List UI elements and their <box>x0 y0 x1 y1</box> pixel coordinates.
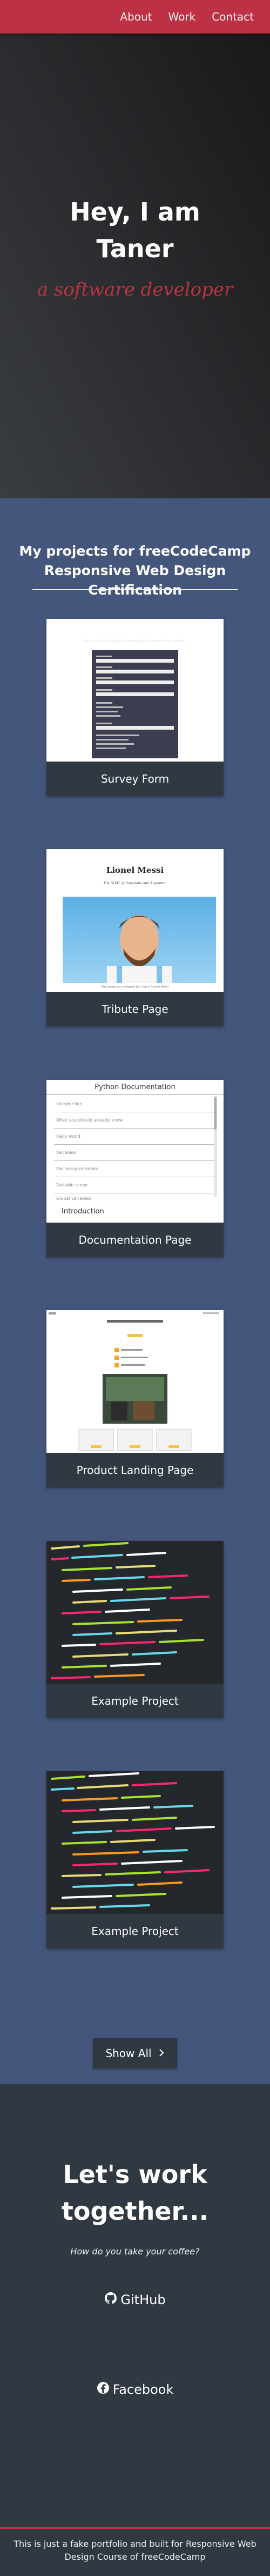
project-tile-tribute-page[interactable]: Lionel Messi The GOAT of Barcelona and A… <box>46 849 224 1026</box>
doc-nav-item: Variables <box>54 1145 214 1161</box>
thumbnail-description: Thank you for taking the time to help us… <box>84 639 186 643</box>
contact-heading: Let's work together... <box>0 2156 270 2230</box>
project-title: Survey Form <box>100 772 170 785</box>
thumbnail-form <box>92 650 178 758</box>
project-tile-documentation-page[interactable]: Python Documentation Introduction What y… <box>46 1080 224 1257</box>
nav-link-contact[interactable]: Contact <box>212 10 254 23</box>
contact-heading-line-2: together... <box>61 2197 209 2226</box>
doc-nav-item: Hello world <box>54 1129 214 1145</box>
project-tile-example-1[interactable]: Example Project <box>46 1541 224 1718</box>
doc-nav-item: Global variables <box>56 1196 91 1201</box>
contact-question: How do you take your coffee? <box>70 2246 200 2257</box>
show-all-button[interactable]: Show All <box>93 2038 177 2068</box>
tribute-portrait-image <box>63 897 216 987</box>
project-tile-product-landing-page[interactable]: Product Landing Page <box>46 1310 224 1487</box>
doc-nav-item: What you should already know <box>54 1112 214 1129</box>
thumbnail-title: Lionel Messi <box>106 865 164 875</box>
project-thumbnail: Lionel Messi The GOAT of Barcelona and A… <box>46 849 224 992</box>
project-title: Example Project <box>91 1925 179 1938</box>
project-title: Tribute Page <box>102 1003 168 1016</box>
thumbnail-subtitle: The GOAT of Barcelona and Argentina <box>103 882 167 885</box>
nav-link-work[interactable]: Work <box>168 10 196 23</box>
thumbnail-caption: The image was designed by a fan of Lione… <box>101 985 169 989</box>
navbar: About Work Contact <box>0 0 270 34</box>
github-icon <box>104 2292 117 2308</box>
hero-title-line-2: Taner <box>96 234 174 263</box>
project-thumbnail: Python Documentation Introduction What y… <box>46 1080 224 1223</box>
project-title: Example Project <box>91 1694 179 1707</box>
doc-nav-item: Introduction <box>54 1096 214 1112</box>
projects-heading-line-2: Responsive Web Design Certification <box>44 563 226 598</box>
project-title: Documentation Page <box>78 1233 192 1246</box>
facebook-link[interactable]: Facebook <box>0 2381 270 2398</box>
footer-text: This is just a fake portfolio and built … <box>14 2539 256 2562</box>
hero-subtitle: a software developer <box>37 279 233 301</box>
hero-title-line-1: Hey, I am <box>70 197 200 226</box>
facebook-icon <box>97 2381 110 2398</box>
welcome-section: Hey, I am Taner a software developer <box>0 0 270 498</box>
project-tile-example-2[interactable]: Example Project <box>46 1771 224 1948</box>
code-screenshot-image <box>46 1541 224 1684</box>
project-thumbnail <box>46 1771 224 1914</box>
github-link-label: GitHub <box>120 2292 166 2307</box>
thumbnail-title: freeCodeCamp Survey Form <box>88 631 182 638</box>
contact-heading-line-1: Let's work <box>63 2160 207 2189</box>
product-page-preview <box>46 1310 224 1453</box>
github-link[interactable]: GitHub <box>0 2292 270 2308</box>
chevron-right-icon <box>158 2047 165 2060</box>
footer: This is just a fake portfolio and built … <box>0 2529 270 2576</box>
project-title: Product Landing Page <box>76 1464 194 1477</box>
projects-heading-line-1: My projects for freeCodeCamp <box>19 543 251 559</box>
thumbnail-title: Python Documentation <box>46 1080 224 1095</box>
doc-nav-item: Declaring variables <box>54 1161 214 1177</box>
project-thumbnail: freeCodeCamp Survey Form Thank you for t… <box>46 619 224 762</box>
hero-title: Hey, I am Taner <box>0 193 270 267</box>
thumbnail-scrollbar-thumb <box>214 1097 217 1130</box>
heading-divider <box>32 589 238 590</box>
project-tile-survey-form[interactable]: freeCodeCamp Survey Form Thank you for t… <box>46 619 224 796</box>
doc-nav-item: Variable scope <box>54 1177 214 1193</box>
project-thumbnail <box>46 1310 224 1453</box>
thumbnail-intro-heading: Introduction <box>62 1207 104 1216</box>
projects-heading: My projects for freeCodeCamp Responsive … <box>0 542 270 600</box>
facebook-link-label: Facebook <box>112 2382 174 2397</box>
show-all-label: Show All <box>105 2047 152 2060</box>
code-screenshot-image <box>46 1771 224 1914</box>
nav-link-about[interactable]: About <box>120 10 152 23</box>
project-thumbnail <box>46 1541 224 1684</box>
